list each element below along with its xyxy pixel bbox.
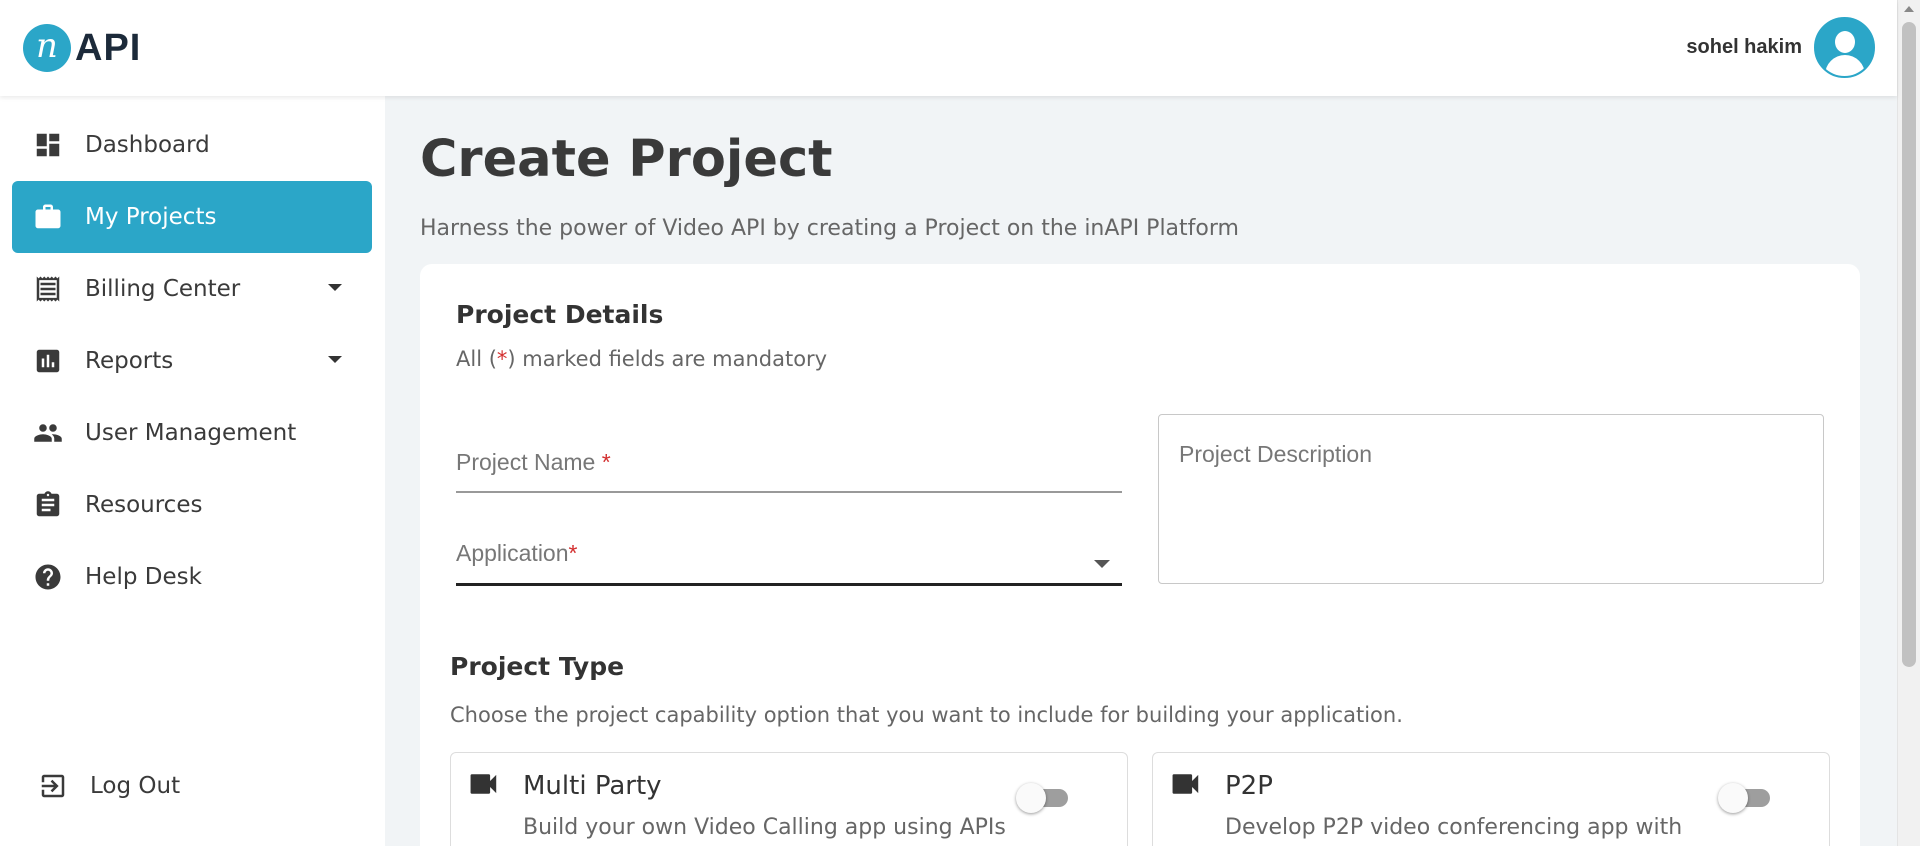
sidebar: Dashboard My Projects Billing Center Rep… bbox=[0, 96, 385, 846]
project-type-note: Choose the project capability option tha… bbox=[450, 703, 1403, 727]
project-name-label: Project Name * bbox=[456, 449, 611, 475]
sidebar-item-label: Help Desk bbox=[85, 564, 202, 590]
inapi-logo[interactable]: n API bbox=[23, 24, 141, 72]
user-name: sohel hakim bbox=[1686, 36, 1802, 58]
sidebar-item-resources[interactable]: Resources bbox=[12, 469, 372, 541]
mandatory-note: All (*) marked fields are mandatory bbox=[456, 347, 827, 371]
logout-icon bbox=[38, 771, 68, 801]
scrollbar-thumb[interactable] bbox=[1902, 22, 1916, 667]
briefcase-icon bbox=[33, 202, 63, 232]
help-icon bbox=[33, 562, 63, 592]
project-type-title: Project Type bbox=[450, 652, 625, 681]
sidebar-item-label: Billing Center bbox=[85, 276, 241, 302]
chevron-down-icon bbox=[1094, 560, 1110, 568]
option-description: Build your own Video Calling app using A… bbox=[523, 815, 1006, 840]
clipboard-icon bbox=[33, 490, 63, 520]
sidebar-item-help-desk[interactable]: Help Desk bbox=[12, 541, 372, 613]
bar-chart-icon bbox=[33, 346, 63, 376]
video-camera-icon bbox=[1171, 773, 1201, 795]
avatar-head bbox=[1835, 31, 1855, 53]
sidebar-item-label: User Management bbox=[85, 420, 297, 446]
option-description: Develop P2P video conferencing app with bbox=[1225, 815, 1683, 840]
sidebar-item-label: Resources bbox=[85, 492, 203, 518]
sidebar-item-dashboard[interactable]: Dashboard bbox=[12, 109, 372, 181]
sidebar-item-label: Reports bbox=[85, 348, 174, 374]
sidebar-item-my-projects[interactable]: My Projects bbox=[12, 181, 372, 253]
page-subtitle: Harness the power of Video API by creati… bbox=[420, 216, 1239, 241]
avatar-body bbox=[1825, 55, 1865, 76]
video-camera-icon bbox=[469, 773, 499, 795]
people-icon bbox=[33, 418, 63, 448]
chevron-down-icon[interactable] bbox=[328, 284, 342, 291]
application-select[interactable]: Application* bbox=[456, 540, 1122, 586]
option-name: P2P bbox=[1225, 771, 1273, 801]
toggle-thumb bbox=[1718, 783, 1748, 813]
page-title: Create Project bbox=[420, 130, 833, 189]
project-name-field[interactable]: Project Name * bbox=[456, 449, 1122, 493]
sidebar-item-user-management[interactable]: User Management bbox=[12, 397, 372, 469]
logout-label: Log Out bbox=[90, 773, 181, 799]
sidebar-item-billing-center[interactable]: Billing Center bbox=[12, 253, 372, 325]
page-scrollbar[interactable] bbox=[1897, 0, 1920, 846]
user-menu[interactable]: sohel hakim bbox=[1686, 17, 1875, 78]
p2p-toggle[interactable] bbox=[1718, 783, 1774, 813]
project-type-option-multi-party[interactable]: Multi Party Build your own Video Calling… bbox=[450, 752, 1128, 846]
required-star: * bbox=[496, 347, 508, 371]
application-label-text: Application bbox=[456, 540, 569, 566]
project-type-option-p2p[interactable]: P2P Develop P2P video conferencing app w… bbox=[1152, 752, 1830, 846]
project-name-label-text: Project Name bbox=[456, 449, 596, 475]
required-star: * bbox=[595, 449, 611, 475]
project-description-field[interactable]: Project Description bbox=[1158, 414, 1824, 584]
project-details-title: Project Details bbox=[456, 300, 664, 329]
required-star: * bbox=[568, 540, 578, 566]
top-header: n API sohel hakim bbox=[0, 0, 1897, 96]
mandatory-note-prefix: All ( bbox=[456, 347, 497, 371]
scroll-up-arrow-icon[interactable] bbox=[1904, 6, 1914, 12]
project-name-underline bbox=[456, 491, 1122, 493]
option-name: Multi Party bbox=[523, 771, 662, 801]
logout-button[interactable]: Log Out bbox=[12, 756, 312, 816]
project-description-placeholder: Project Description bbox=[1179, 441, 1373, 467]
multi-party-toggle[interactable] bbox=[1016, 783, 1072, 813]
application-underline bbox=[456, 583, 1122, 586]
sidebar-item-reports[interactable]: Reports bbox=[12, 325, 372, 397]
sidebar-item-label: My Projects bbox=[85, 204, 217, 230]
application-label: Application* bbox=[456, 540, 577, 566]
avatar[interactable] bbox=[1814, 17, 1875, 78]
sidebar-item-label: Dashboard bbox=[85, 132, 210, 158]
mandatory-note-suffix: ) marked fields are mandatory bbox=[507, 347, 828, 371]
logo-text: API bbox=[75, 26, 142, 69]
toggle-thumb bbox=[1016, 783, 1046, 813]
dashboard-icon bbox=[33, 130, 63, 160]
logo-mark: n bbox=[23, 24, 71, 72]
chevron-down-icon[interactable] bbox=[328, 356, 342, 363]
receipt-icon bbox=[33, 274, 63, 304]
